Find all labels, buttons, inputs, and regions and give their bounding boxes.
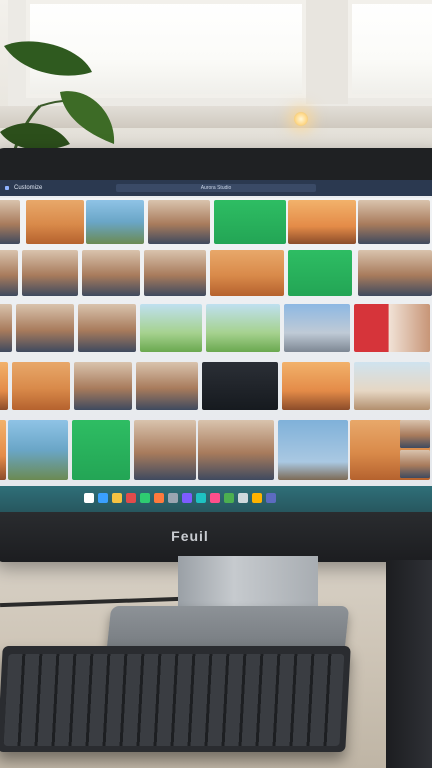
photo-thumbnail-woman-portrait[interactable] (134, 420, 196, 480)
photo-thumbnail-desert-sunset[interactable] (288, 200, 356, 244)
screen: Customize Aurora Studio (0, 180, 432, 512)
plant-icon (0, 41, 115, 166)
window-pane-right (348, 0, 432, 98)
notes-icon[interactable] (252, 493, 262, 503)
photo-thumbnail-green-card[interactable] (288, 250, 352, 296)
browser-icon[interactable] (98, 493, 108, 503)
photo-thumbnail-man-portrait[interactable] (144, 250, 206, 296)
photo-thumbnail-man-with-camera[interactable] (148, 200, 210, 244)
light-glow (294, 112, 308, 126)
maps-icon[interactable] (224, 493, 234, 503)
app-icon (5, 186, 9, 190)
video-icon[interactable] (210, 493, 220, 503)
photo-thumbnail-portrait-woman[interactable] (358, 200, 430, 244)
photo-thumbnail-coastal-road[interactable] (86, 200, 144, 244)
photo-thumbnail-coastal-road[interactable] (8, 420, 68, 480)
taskbar (0, 486, 432, 512)
monitor-brand-label: Feuil (171, 528, 209, 544)
photo-thumbnail-portrait-man[interactable] (22, 250, 78, 296)
photo-thumbnail-green-meadow[interactable] (206, 304, 280, 352)
photo-thumbnail-man-blue-shirt[interactable] (16, 304, 74, 352)
photo-thumbnail-child-desert[interactable] (400, 420, 430, 448)
speaker (386, 560, 432, 768)
camera-icon[interactable] (238, 493, 248, 503)
photo-thumbnail-man-office[interactable] (74, 362, 132, 410)
music-icon[interactable] (154, 493, 164, 503)
window-mullion (306, 0, 348, 104)
photo-thumbnail-desert-dunes[interactable] (210, 250, 284, 296)
start-icon[interactable] (84, 493, 94, 503)
photo-thumbnail-woman-table[interactable] (78, 304, 136, 352)
chat-icon[interactable] (140, 493, 150, 503)
photo-thumbnail-desert-dunes[interactable] (26, 200, 84, 244)
settings-icon[interactable] (168, 493, 178, 503)
photo-gallery (0, 198, 432, 486)
photo-thumbnail-desert-evening[interactable] (0, 420, 6, 480)
photo-thumbnail-man-office[interactable] (0, 304, 12, 352)
photo-thumbnail-portrait-woman[interactable] (0, 200, 20, 244)
calendar-icon[interactable] (266, 493, 276, 503)
photo-thumbnail-woman-sunset[interactable] (0, 362, 8, 410)
photo-thumbnail-green-card[interactable] (214, 200, 286, 244)
photos-icon[interactable] (182, 493, 192, 503)
files-icon[interactable] (112, 493, 122, 503)
photo-thumbnail-desert-dunes[interactable] (12, 362, 70, 410)
photo-thumbnail-man-dark[interactable] (202, 362, 278, 410)
photo-thumbnail-woman-red[interactable] (354, 304, 430, 352)
photo-thumbnail-green-card[interactable] (72, 420, 130, 480)
photo-thumbnail-woman-field[interactable] (140, 304, 202, 352)
store-icon[interactable] (196, 493, 206, 503)
photo-thumbnail-man-portrait[interactable] (136, 362, 198, 410)
photo-thumbnail-desert-sunset[interactable] (282, 362, 350, 410)
photo-scene: Feuil Customize Aurora Studio (0, 0, 432, 768)
photo-thumbnail-businessman[interactable] (358, 250, 432, 296)
photo-thumbnail-man-smiling[interactable] (198, 420, 274, 480)
mail-icon[interactable] (126, 493, 136, 503)
keyboard (0, 646, 351, 752)
photo-thumbnail-woman-desert[interactable] (82, 250, 140, 296)
photo-thumbnail-man-desert[interactable] (400, 450, 430, 478)
photo-thumbnail-woman-coast[interactable] (354, 362, 430, 410)
photo-thumbnail-domed-building[interactable] (284, 304, 350, 352)
photo-thumbnail-city-man[interactable] (0, 250, 18, 296)
keyboard-keys (3, 654, 345, 746)
search-input[interactable]: Aurora Studio (116, 184, 316, 192)
app-title[interactable]: Customize (14, 185, 42, 191)
app-titlebar: Customize Aurora Studio (0, 180, 432, 196)
photo-thumbnail-eiffel-tower[interactable] (278, 420, 348, 480)
